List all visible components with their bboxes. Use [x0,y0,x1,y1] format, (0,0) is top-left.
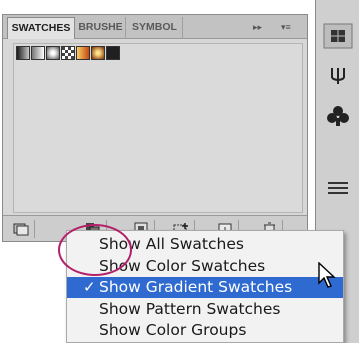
swatch-gradient-radial-orange[interactable] [91,46,105,60]
menu-item-label: Show Pattern Swatches [99,299,281,318]
swatch-grid [13,43,303,213]
menu-item-show-all-swatches[interactable]: Show All Swatches [67,234,343,255]
tab-brushes[interactable]: BRUSHE [76,17,126,38]
tab-symbols[interactable]: SYMBOL [127,17,183,38]
panel-menu-icon[interactable]: ▾≡ [281,17,291,38]
swatch-gradient-black[interactable] [106,46,120,60]
symbols-panel-icon[interactable] [322,102,354,132]
checkmark-icon: ✓ [83,278,96,296]
tab-swatches[interactable]: SWATCHES [7,17,75,39]
panel-tab-bar: SWATCHES BRUSHE SYMBOL ▸▸ ▾≡ [3,15,307,39]
swatch-gradient-dark[interactable] [16,46,30,60]
brushes-panel-icon[interactable] [322,62,354,92]
panel-expand-icon[interactable]: ▸▸ [253,17,262,38]
menu-item-show-color-groups[interactable]: Show Color Groups [67,320,343,341]
menu-item-show-color-swatches[interactable]: Show Color Swatches [67,256,343,277]
panel-menu-lines-icon[interactable] [322,175,354,205]
menu-item-show-gradient-swatches[interactable]: ✓ Show Gradient Swatches [67,277,343,298]
swatches-panel-icon[interactable] [322,22,354,52]
menu-item-label: Show Color Groups [99,321,247,339]
swatch-libraries-menu-button[interactable] [9,220,35,238]
swatch-gradient-orange[interactable] [76,46,90,60]
menu-item-show-pattern-swatches[interactable]: Show Pattern Swatches [67,299,343,320]
library-icon [13,223,29,236]
menu-item-label: Show Gradient Swatches [99,278,293,296]
mouse-cursor-icon [318,262,336,288]
swatches-panel: SWATCHES BRUSHE SYMBOL ▸▸ ▾≡ [2,14,308,242]
swatch-kinds-dropdown-menu: Show All Swatches Show Color Swatches ✓ Sho… [66,230,344,343]
swatch-gradient-light[interactable] [31,46,45,60]
swatch-gradient-radial-white[interactable] [46,46,60,60]
menu-item-label: Show Color Swatches [99,256,266,275]
menu-item-label: Show All Swatches [99,235,244,253]
swatch-gradient-checker[interactable] [61,46,75,60]
